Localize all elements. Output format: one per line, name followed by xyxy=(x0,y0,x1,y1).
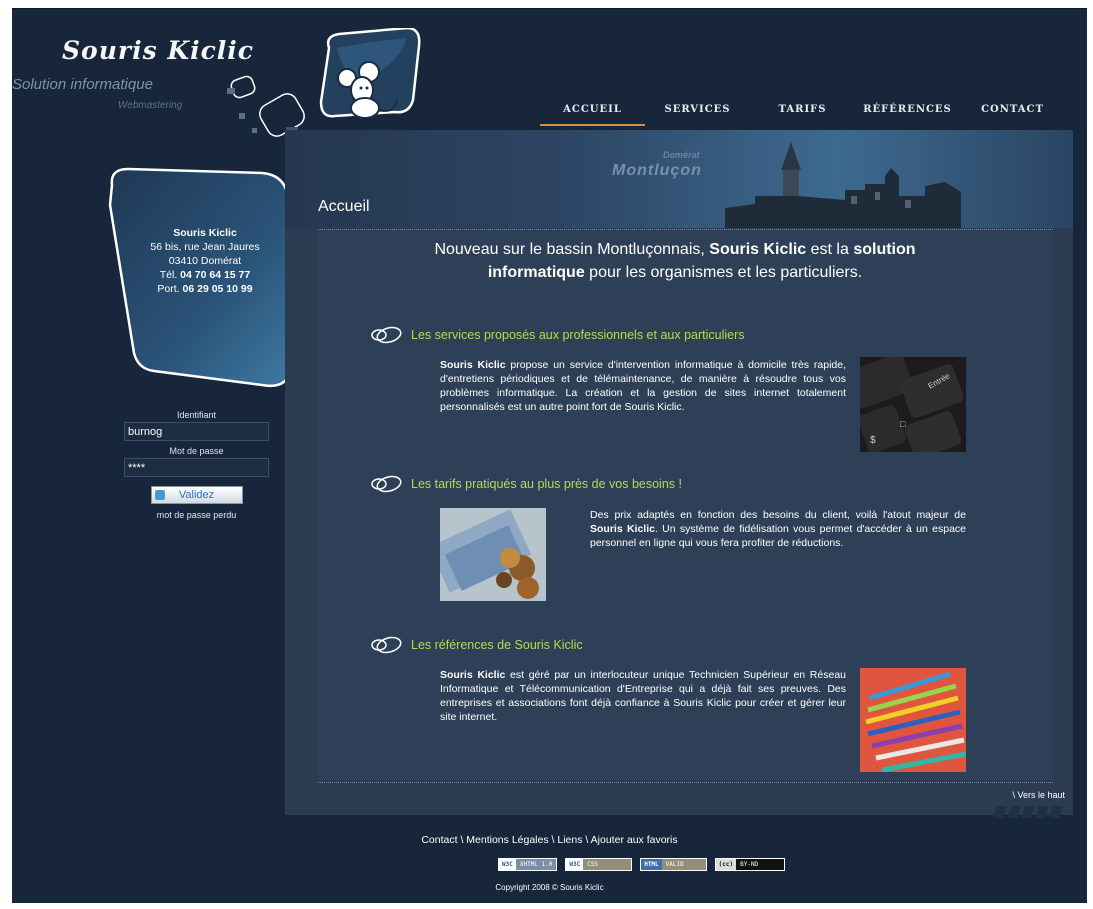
nav-references[interactable]: RÉFÉRENCES xyxy=(855,104,960,126)
contact-port-label: Port. xyxy=(157,283,180,295)
intro-part2: est la xyxy=(806,241,854,258)
section-services-title[interactable]: Les services proposés aux professionnels… xyxy=(370,325,745,345)
pencils-graphic xyxy=(865,671,966,772)
back-to-top-link[interactable]: \ Vers le haut xyxy=(1012,790,1065,800)
keyboard-image: Entrée $ □ xyxy=(860,357,966,452)
decorative-stripes-icon xyxy=(993,806,1063,818)
mouse-eye-icon xyxy=(371,326,402,344)
xhtml-badge-left: W3C xyxy=(499,859,516,870)
submit-icon xyxy=(154,490,165,500)
intro-part3: pour les organismes et les particuliers. xyxy=(584,264,863,281)
main-panel: Domérat Montluçon Accueil Nouveau sur le… xyxy=(285,130,1073,818)
validation-badges: W3C XHTML 1.0 W3C CSS HTML VALID (cc) BY-ND xyxy=(498,858,786,871)
html-badge-left: HTML xyxy=(641,859,662,870)
contact-city: 03410 Domérat xyxy=(168,255,242,267)
html-valid-badge[interactable]: HTML VALID xyxy=(640,858,707,871)
cc-badge[interactable]: (cc) BY-ND xyxy=(714,858,786,871)
section-tarifs-text: Des prix adaptés en fonction des besoins… xyxy=(590,508,966,550)
submit-label: Validez xyxy=(178,489,215,501)
css-badge-right: CSS xyxy=(583,859,632,870)
footer-liens-link[interactable]: Liens xyxy=(557,834,582,846)
section-tarifs-title[interactable]: Les tarifs pratiqués au plus près de vos… xyxy=(370,474,682,494)
svg-text:□: □ xyxy=(900,419,906,429)
site-logo-title[interactable]: Souris Kiclic xyxy=(62,36,254,65)
section-references-label: Les références de Souris Kiclic xyxy=(411,638,583,652)
section-services-bold: Souris Kiclic xyxy=(440,359,506,371)
css-badge[interactable]: W3C CSS xyxy=(565,858,633,871)
intro-part1: Nouveau sur le bassin Montluçonnais, xyxy=(434,241,710,258)
footer-mentions-link[interactable]: Mentions Légales xyxy=(466,834,548,846)
mouse-eye-icon xyxy=(371,636,402,654)
contact-name: Souris Kiclic xyxy=(173,227,237,239)
section-tarifs-body1: Des prix adaptés en fonction des besoins… xyxy=(590,509,966,521)
intro-bold1: Souris Kiclic xyxy=(709,241,807,258)
section-services-label: Les services proposés aux professionnels… xyxy=(411,328,745,342)
svg-text:$: $ xyxy=(870,435,876,446)
pencils-image xyxy=(860,668,966,772)
mouse-eye-icon xyxy=(371,475,402,493)
password-input[interactable] xyxy=(124,458,269,477)
footer-contact-link[interactable]: Contact xyxy=(421,834,457,846)
section-references-title[interactable]: Les références de Souris Kiclic xyxy=(370,635,583,655)
page-title: Accueil xyxy=(318,198,370,215)
contact-port: 06 29 05 10 99 xyxy=(182,283,253,295)
submit-button[interactable]: Validez xyxy=(150,486,243,504)
password-label: Mot de passe xyxy=(169,446,224,456)
login-form: Identifiant Mot de passe Validez mot de … xyxy=(124,408,269,520)
xhtml-badge-right: XHTML 1.0 xyxy=(515,859,557,870)
money-graphic xyxy=(440,509,539,599)
page-frame: Souris Kiclic Solution informatique Webm… xyxy=(12,8,1087,903)
mouse-logo-icon[interactable] xyxy=(307,28,427,128)
divider-bottom xyxy=(318,782,1053,783)
contact-address: 56 bis, rue Jean Jaures xyxy=(150,241,260,253)
footer-favoris-link[interactable]: Ajouter aux favoris xyxy=(591,834,678,846)
id-input[interactable] xyxy=(124,422,269,441)
main-nav: ACCUEIL SERVICES TARIFS RÉFÉRENCES CONTA… xyxy=(540,104,1065,126)
banner-town-small: Domérat xyxy=(663,150,700,160)
nav-tarifs[interactable]: TARIFS xyxy=(750,104,855,126)
html-badge-right: VALID xyxy=(661,859,706,870)
copyright: Copyright 2008 © Souris Kiclic xyxy=(495,883,604,892)
xhtml-badge[interactable]: W3C XHTML 1.0 xyxy=(498,858,558,871)
footer-links: Contact \ Mentions Légales \ Liens \ Ajo… xyxy=(12,834,1087,846)
section-references-text: Souris Kiclic est géré par un interlocut… xyxy=(440,668,846,724)
section-tarifs-bold: Souris Kiclic xyxy=(590,523,655,535)
lost-password-link[interactable]: mot de passe perdu xyxy=(124,510,269,520)
money-image xyxy=(440,508,546,601)
nav-services[interactable]: SERVICES xyxy=(645,104,750,126)
contact-card: Souris Kiclic 56 bis, rue Jean Jaures 03… xyxy=(130,226,280,296)
footer-separator: \ xyxy=(582,834,591,846)
contact-tel-label: Tél. xyxy=(159,269,178,281)
section-services-text: Souris Kiclic propose un service d'inter… xyxy=(440,358,846,414)
section-references-bold: Souris Kiclic xyxy=(440,669,506,681)
cc-badge-left: (cc) xyxy=(715,859,737,870)
footer-separator: \ xyxy=(457,834,467,846)
banner: Domérat Montluçon Accueil xyxy=(285,130,1073,228)
nav-contact[interactable]: CONTACT xyxy=(960,104,1065,126)
cc-badge-right: BY-ND xyxy=(736,859,785,870)
keyboard-graphic: Entrée $ □ xyxy=(860,357,964,452)
site-logo-tagline: Webmastering xyxy=(118,100,183,111)
section-tarifs-label: Les tarifs pratiqués au plus près de vos… xyxy=(411,477,682,491)
css-badge-left: W3C xyxy=(566,859,584,870)
banner-town-big: Montluçon xyxy=(612,162,702,179)
site-logo-subtitle: Solution informatique xyxy=(12,76,153,93)
contact-tel: 04 70 64 15 77 xyxy=(180,269,251,281)
id-label: Identifiant xyxy=(176,410,217,420)
intro-text: Nouveau sur le bassin Montluçonnais, Sou… xyxy=(405,238,945,284)
nav-accueil[interactable]: ACCUEIL xyxy=(540,104,645,126)
